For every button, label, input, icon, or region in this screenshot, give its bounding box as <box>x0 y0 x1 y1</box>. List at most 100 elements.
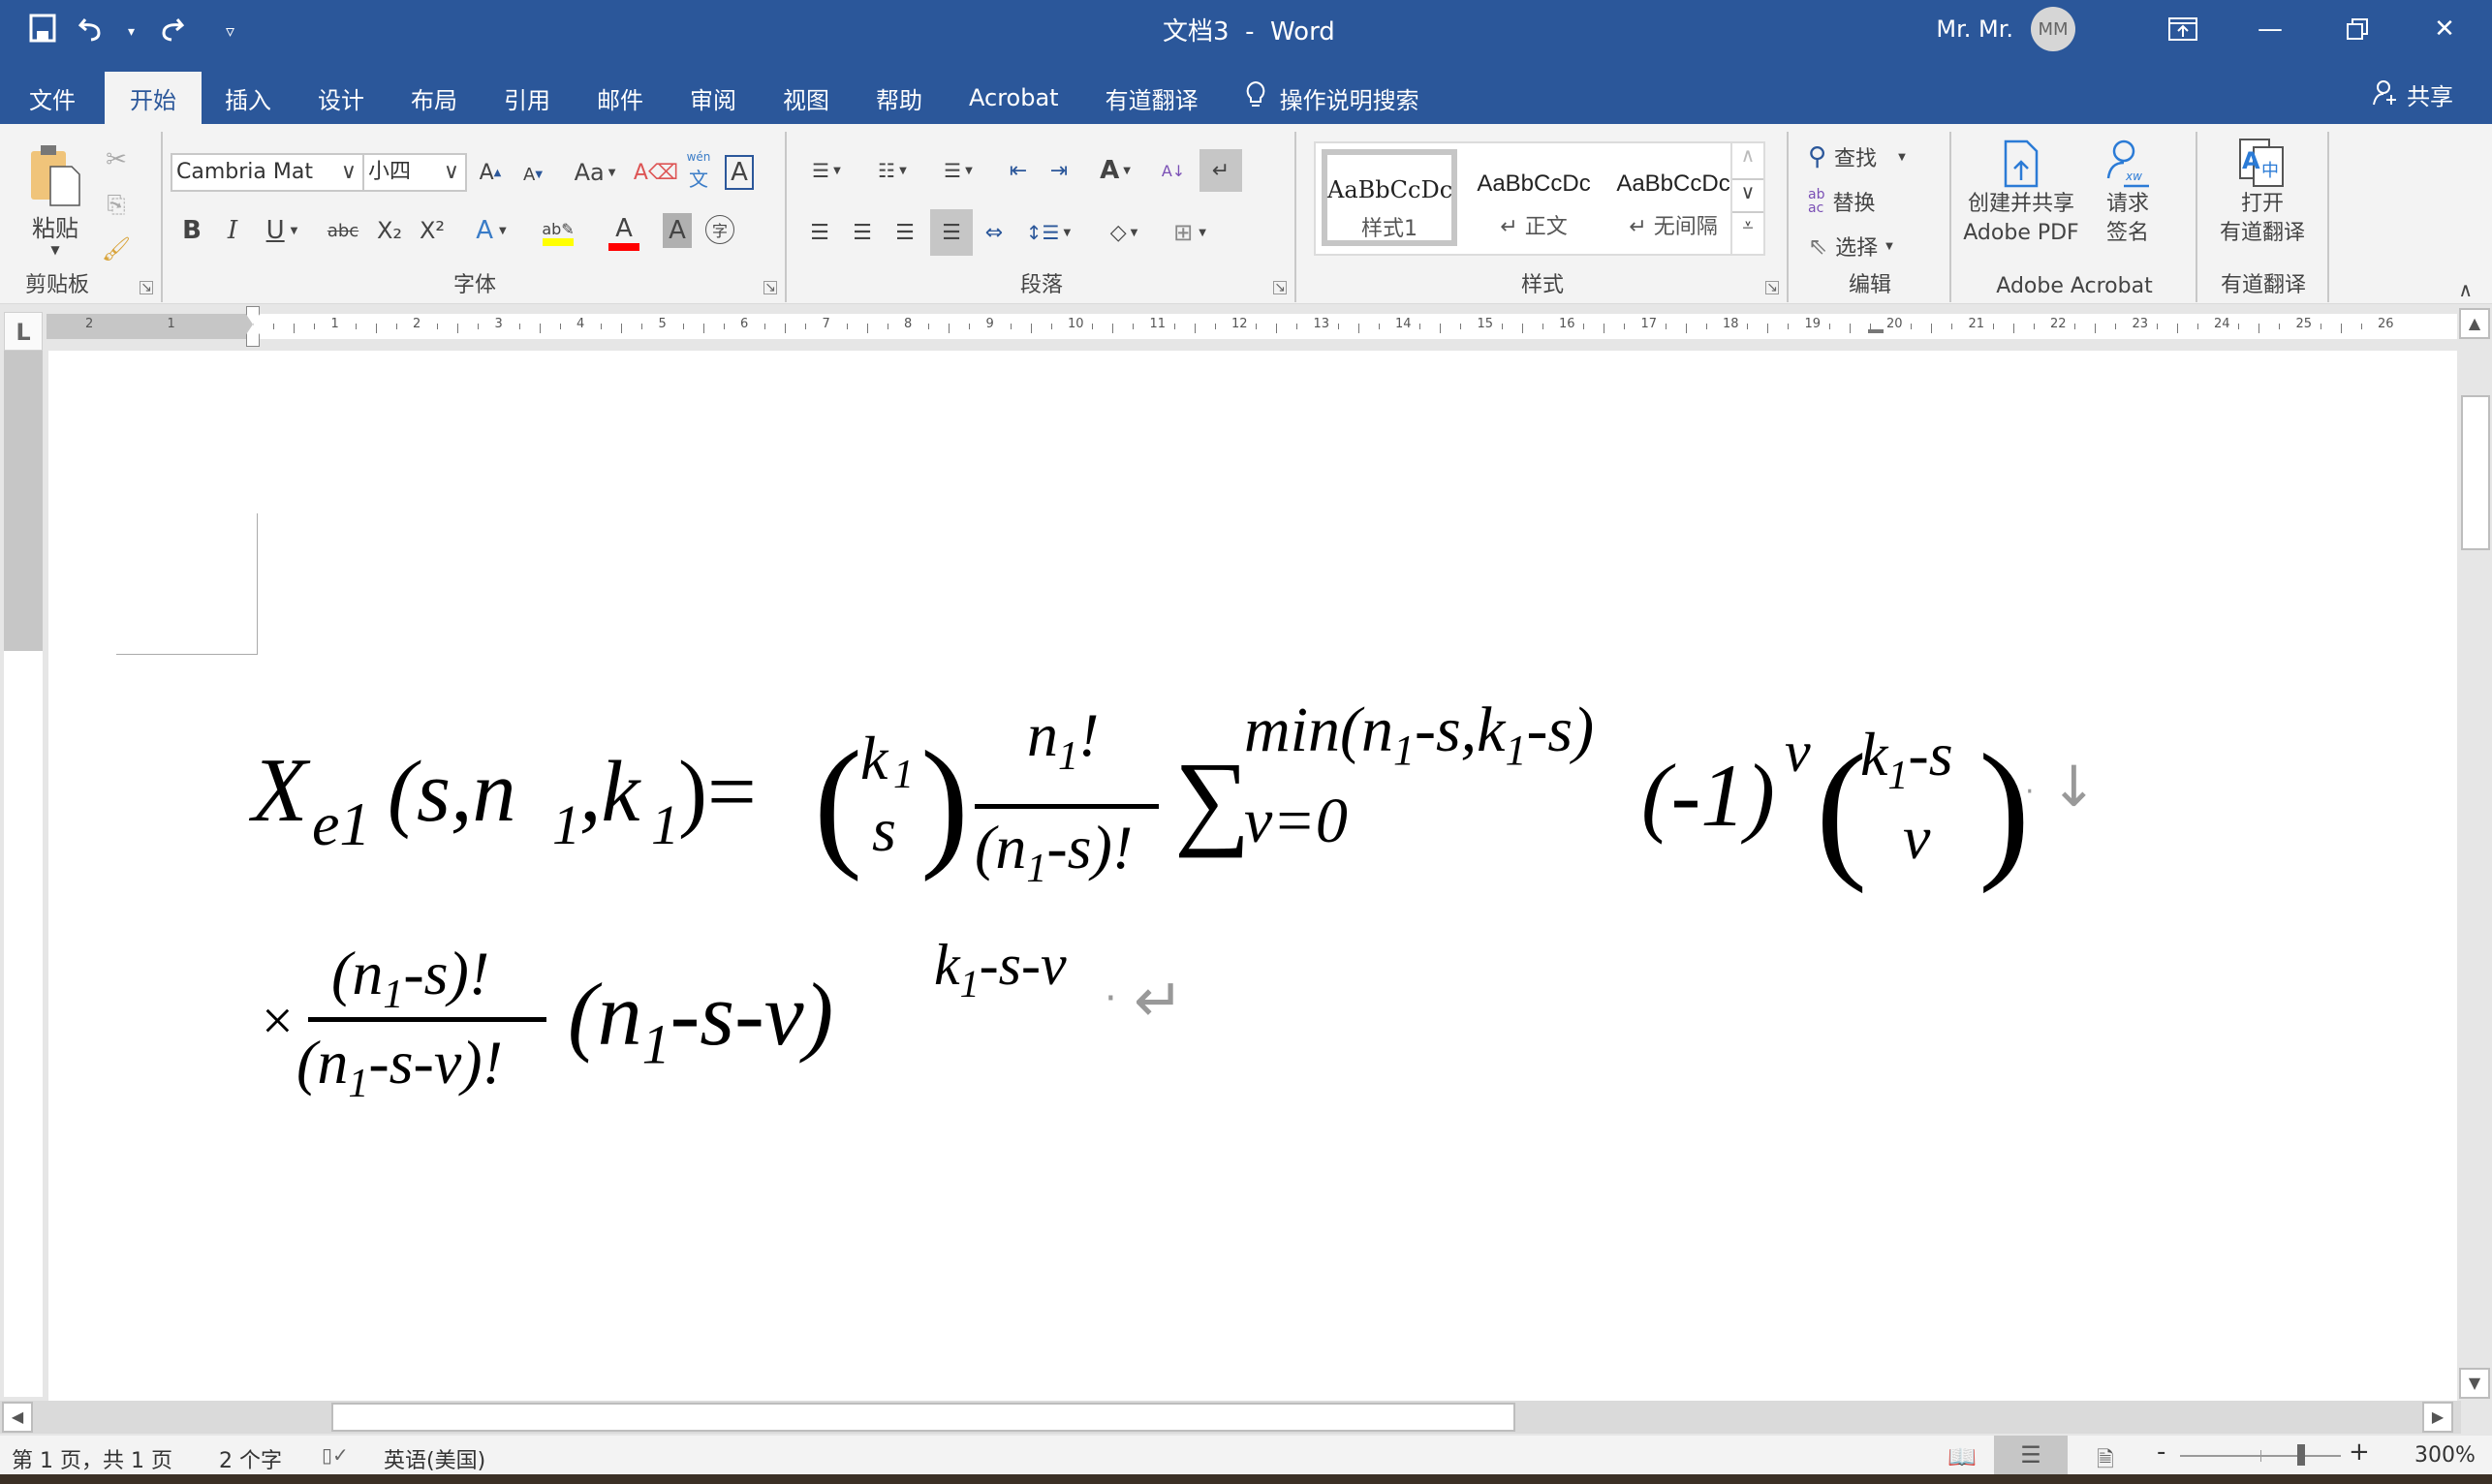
select-button[interactable]: ⇖ 选择 ▼ <box>1808 227 1893 265</box>
user-name[interactable]: Mr. Mr. <box>1936 15 2013 43</box>
ruler-bar[interactable]: 2 1 1 2 3 4 5 6 7 8 9 10 11 12 13 14 15 16 17 18 19 20 21 22 23 2… <box>47 306 2457 347</box>
horizontal-scrollbar[interactable]: ◀ ▶ <box>0 1401 2461 1434</box>
style-item-no-spacing[interactable]: AaBbCcDc ↵ 无间隔 <box>1603 143 1744 254</box>
asian-layout-icon[interactable]: A ▼ <box>1091 151 1139 190</box>
customize-qat-icon[interactable]: ▿ <box>226 21 234 42</box>
decrease-indent-icon[interactable]: ⇤ <box>1002 151 1035 190</box>
undo-dropdown-icon[interactable]: ▾ <box>128 24 135 40</box>
print-layout-icon[interactable]: ☰ <box>1994 1436 2068 1474</box>
align-left-icon[interactable]: ☰ <box>802 211 837 254</box>
close-icon[interactable]: ✕ <box>2407 10 2482 48</box>
styles-more-icon[interactable]: ⩡ <box>1732 213 1763 248</box>
save-icon[interactable] <box>29 14 56 50</box>
tab-mailings[interactable]: 邮件 <box>574 72 667 124</box>
read-mode-icon[interactable]: 📖 <box>1947 1443 1977 1470</box>
font-size-select[interactable]: 小四 ∨ <box>362 153 467 192</box>
tab-layout[interactable]: 布局 <box>388 72 481 124</box>
tab-design[interactable]: 设计 <box>295 72 388 124</box>
language[interactable]: 英语(美国) <box>384 1443 485 1474</box>
tab-file[interactable]: 文件 <box>0 72 105 124</box>
numbering-icon[interactable]: ☷ ▼ <box>868 151 917 190</box>
zoom-level[interactable]: 300% <box>2414 1443 2476 1468</box>
scroll-up-button[interactable]: ▲ <box>2459 308 2490 339</box>
scroll-right-button[interactable]: ▶ <box>2422 1402 2453 1433</box>
highlight-color-icon[interactable]: ab✎ <box>531 211 585 254</box>
character-shading-icon[interactable]: A <box>663 213 692 248</box>
vertical-scroll-thumb[interactable] <box>2461 395 2490 550</box>
underline-button[interactable]: U ▼ <box>260 211 304 250</box>
line-spacing-icon[interactable]: ↕☰ ▼ <box>1021 211 1075 254</box>
find-button[interactable]: ⚲ 查找 ▼ <box>1808 138 1906 176</box>
tab-acrobat[interactable]: Acrobat <box>946 72 1082 124</box>
zoom-slider-thumb[interactable] <box>2296 1444 2305 1466</box>
shading-icon[interactable]: ◇ ▼ <box>1097 211 1151 254</box>
font-color-icon[interactable]: A <box>597 211 651 254</box>
collapse-ribbon-icon[interactable]: ∧ <box>2458 278 2473 301</box>
clear-formatting-icon[interactable]: A⌫ <box>634 153 678 192</box>
vertical-scrollbar[interactable]: ▲ ▼ <box>2457 306 2492 1401</box>
minimize-icon[interactable]: — <box>2232 10 2308 48</box>
font-dialog-launcher[interactable]: ↘ <box>763 281 777 294</box>
enclose-characters-icon[interactable]: 字 <box>705 215 734 244</box>
style-item-style1[interactable]: AaBbCcDc 样式1 <box>1322 149 1457 246</box>
superscript-button[interactable]: X² <box>415 211 450 250</box>
scroll-left-button[interactable]: ◀ <box>2 1402 33 1433</box>
tab-selector[interactable]: L <box>4 312 43 351</box>
paragraph-dialog-launcher[interactable]: ↘ <box>1273 281 1287 294</box>
avatar[interactable]: MM <box>2031 7 2075 51</box>
tab-youdao[interactable]: 有道翻译 <box>1082 72 1222 124</box>
subscript-button[interactable]: X₂ <box>372 211 407 250</box>
justify-icon[interactable]: ☰ <box>930 209 973 256</box>
scroll-down-button[interactable]: ▼ <box>2459 1368 2490 1399</box>
align-center-icon[interactable]: ☰ <box>845 211 880 254</box>
bullets-icon[interactable]: ☰ ▼ <box>802 151 851 190</box>
character-border-icon[interactable]: A <box>725 155 754 190</box>
align-right-icon[interactable]: ☰ <box>888 211 922 254</box>
styles-scroll-up-icon[interactable]: ∧ <box>1732 143 1763 178</box>
phonetic-guide-icon[interactable]: wén 文 <box>682 149 715 192</box>
tab-insert[interactable]: 插入 <box>202 72 295 124</box>
replace-button[interactable]: ab ac 替换 <box>1808 182 1875 221</box>
tab-help[interactable]: 帮助 <box>853 72 946 124</box>
multilevel-list-icon[interactable]: ☰ ▼ <box>934 151 982 190</box>
show-formatting-marks-icon[interactable]: ↵ <box>1199 149 1242 192</box>
horizontal-scroll-thumb[interactable] <box>331 1403 1515 1432</box>
document-page[interactable]: X e1 (s,n 1 ,k 1 )= ( k 1 s ) n1! (n1-s)… <box>48 351 2457 1403</box>
style-item-normal[interactable]: AaBbCcDc ↵ 正文 <box>1463 143 1604 254</box>
grow-font-button[interactable]: A ▲ <box>477 155 504 190</box>
tell-me-search[interactable]: 操作说明搜索 <box>1222 72 1443 124</box>
request-signature-button[interactable]: xw 请求 签名 <box>2089 138 2166 248</box>
styles-dialog-launcher[interactable]: ↘ <box>1765 281 1779 294</box>
share-button[interactable]: 共享 <box>2372 77 2453 111</box>
zoom-out-button[interactable]: - <box>2157 1438 2165 1467</box>
create-share-pdf-button[interactable]: 创建并共享 Adobe PDF <box>1963 138 2079 248</box>
shrink-font-button[interactable]: A ▼ <box>519 159 546 190</box>
ribbon-display-options-icon[interactable] <box>2145 10 2221 48</box>
change-case-button[interactable]: Aa ▼ <box>568 153 622 192</box>
tab-view[interactable]: 视图 <box>760 72 853 124</box>
zoom-slider[interactable] <box>2180 1444 2341 1466</box>
equation-line-2[interactable]: × (n1-s)! (n1-s-v)! (n1-s-v) k1-s-v · ↵ <box>262 932 1715 1145</box>
zoom-in-button[interactable]: + <box>2349 1438 2370 1467</box>
redo-icon[interactable] <box>156 14 185 50</box>
strikethrough-button[interactable]: abc <box>324 211 362 250</box>
undo-icon[interactable] <box>78 14 107 50</box>
open-youdao-button[interactable]: A中 打开 有道翻译 <box>2209 138 2316 248</box>
text-effects-icon[interactable]: A ▼ <box>469 211 514 250</box>
tab-review[interactable]: 审阅 <box>667 72 760 124</box>
styles-scroll-down-icon[interactable]: ∨ <box>1732 178 1763 213</box>
page-count[interactable]: 第 1 页，共 1 页 <box>12 1443 172 1474</box>
increase-indent-icon[interactable]: ⇥ <box>1043 151 1075 190</box>
bold-button[interactable]: B <box>178 211 205 250</box>
sort-icon[interactable]: A↓ <box>1157 151 1190 190</box>
font-name-select[interactable]: Cambria Mat ∨ <box>171 153 364 192</box>
distributed-icon[interactable]: ⇔ <box>977 211 1012 254</box>
italic-button[interactable]: I <box>219 211 246 250</box>
tab-references[interactable]: 引用 <box>481 72 574 124</box>
proofing-icon[interactable]: ▯✓ <box>322 1443 349 1467</box>
equation-line-1[interactable]: X e1 (s,n 1 ,k 1 )= ( k 1 s ) n1! (n1-s)… <box>252 695 2190 912</box>
word-count[interactable]: 2 个字 <box>219 1443 282 1474</box>
borders-icon[interactable]: ⊞ ▼ <box>1161 211 1219 254</box>
restore-icon[interactable] <box>2320 10 2395 48</box>
tab-home[interactable]: 开始 <box>105 72 202 124</box>
